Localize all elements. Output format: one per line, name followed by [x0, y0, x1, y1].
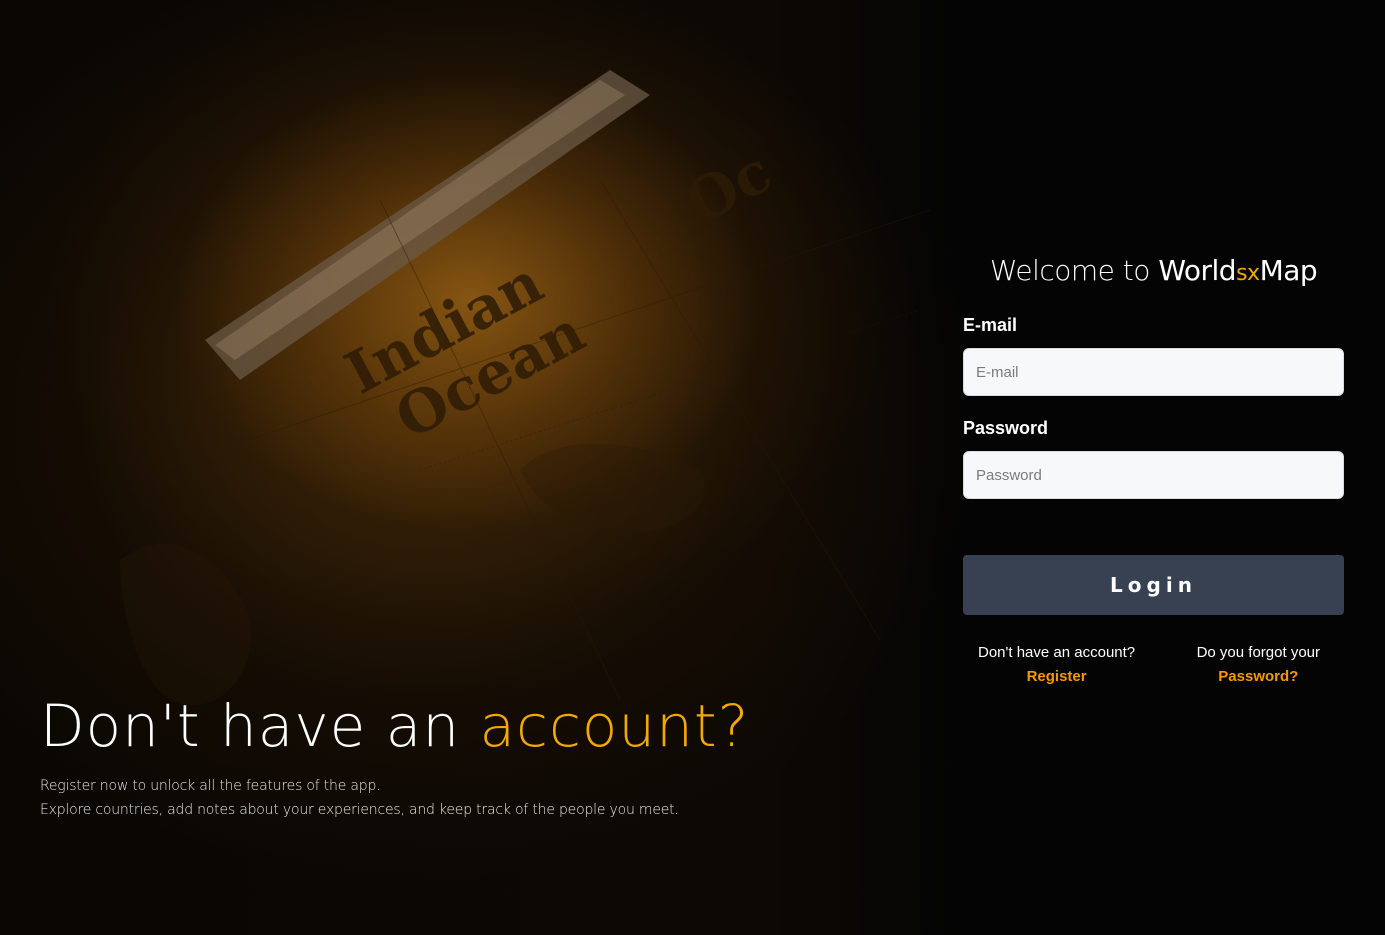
brand-map: Map — [1259, 254, 1318, 287]
hero-line-2: Explore countries, add notes about your … — [40, 802, 679, 818]
email-label: E-mail — [963, 315, 1018, 335]
auth-links: Don't have an account? Register Do you f… — [963, 641, 1344, 689]
hero-title-prefix: Don't have an — [40, 692, 480, 760]
welcome-heading: Welcome to WorldsxMap — [963, 252, 1344, 293]
hero-section: Don't have an account? Register now to u… — [40, 690, 760, 822]
login-form: Welcome to WorldsxMap E-mail Password Lo… — [963, 252, 1344, 689]
map-label-oc: Oc — [675, 137, 783, 237]
brand-world: World — [1158, 254, 1237, 287]
password-input[interactable] — [963, 451, 1344, 499]
hero-line-1: Register now to unlock all the features … — [40, 778, 381, 794]
forgot-block: Do you forgot your Password? — [1197, 641, 1320, 689]
email-input[interactable] — [963, 348, 1344, 396]
brand-name: WorldsxMap — [1158, 254, 1317, 287]
login-button[interactable]: Login — [963, 555, 1344, 615]
register-block: Don't have an account? Register — [978, 641, 1135, 689]
forgot-password-link[interactable]: Password? — [1197, 665, 1320, 689]
hero-title: Don't have an account? — [40, 690, 760, 762]
register-link[interactable]: Register — [978, 665, 1135, 689]
login-page: Indian Ocean Oc Don't have an account? R… — [0, 0, 1385, 935]
password-label: Password — [963, 418, 1049, 438]
welcome-prefix: Welcome to — [989, 254, 1159, 287]
register-question: Don't have an account? — [978, 644, 1136, 661]
hero-title-accent: account? — [479, 692, 750, 760]
forgot-question: Do you forgot your — [1196, 644, 1320, 661]
brand-sx: sx — [1236, 261, 1260, 286]
hero-description: Register now to unlock all the features … — [40, 774, 760, 822]
